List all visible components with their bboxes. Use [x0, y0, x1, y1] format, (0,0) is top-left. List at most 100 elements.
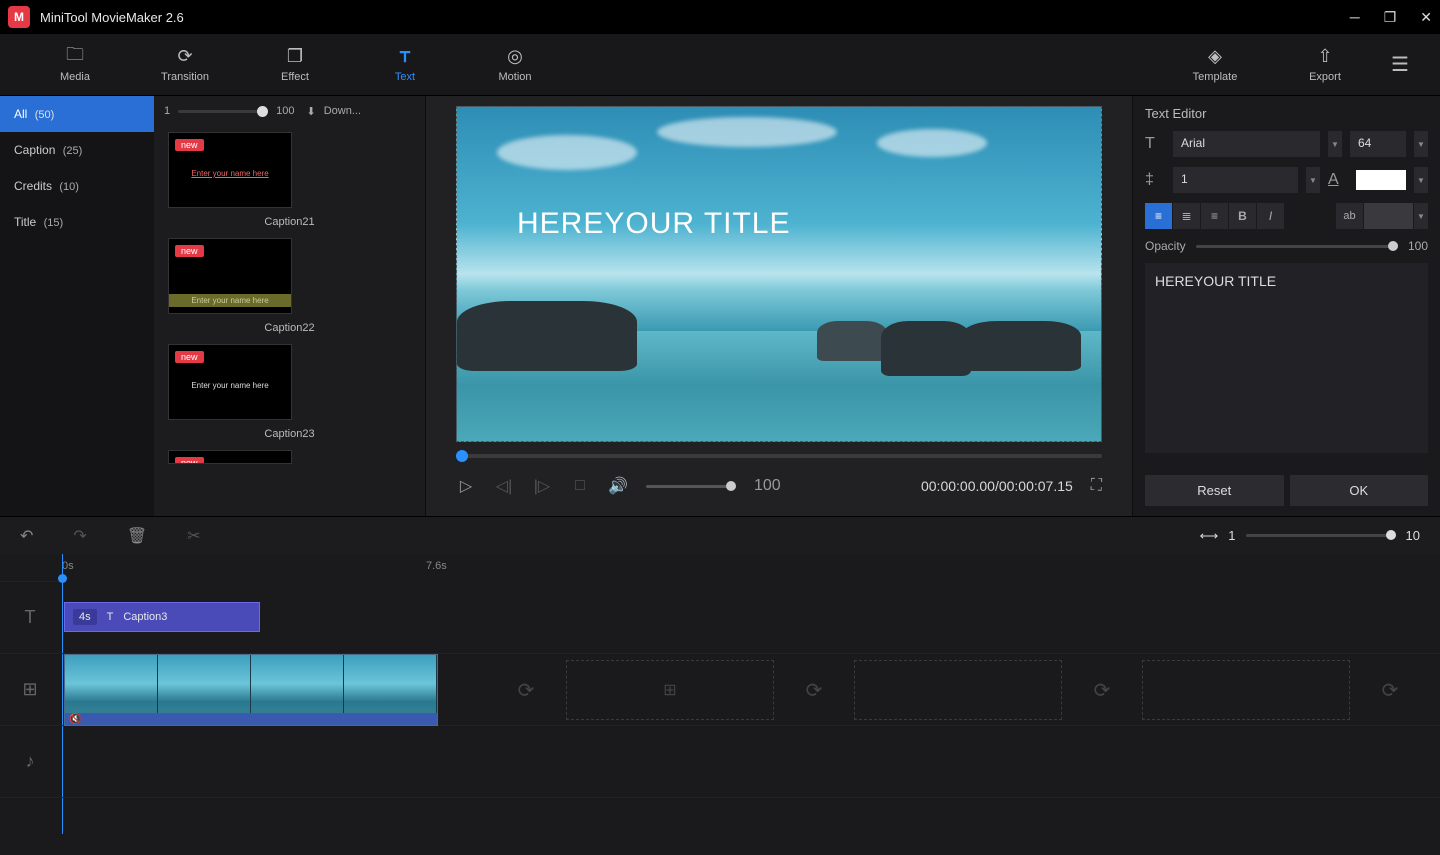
audio-track[interactable] [60, 726, 1440, 798]
text-editor-panel: Text Editor T Arial ▼ 64 ▼ ‡ 1 ▼ A ▼ ≡ ≣… [1132, 96, 1440, 516]
nav-export-label: Export [1309, 71, 1341, 83]
undo-button[interactable]: ↶ [20, 526, 33, 546]
nav-motion-label: Motion [498, 71, 531, 83]
library-item-caption22[interactable]: new Enter your name here Caption22 [168, 238, 411, 334]
line-dropdown-icon[interactable]: ▼ [1306, 167, 1320, 193]
preview-canvas[interactable]: HEREYOUR TITLE [456, 106, 1102, 442]
italic-button[interactable]: I [1257, 203, 1285, 229]
clip-duration: 4s [73, 609, 97, 625]
align-left-button[interactable]: ≡ [1145, 203, 1173, 229]
split-button[interactable]: ✂ [187, 526, 200, 546]
category-credits-label: Credits [14, 179, 52, 193]
video-drop-zone[interactable] [1142, 660, 1350, 720]
transition-slot[interactable]: ⟳ [1360, 660, 1420, 720]
highlight-dropdown-icon[interactable]: ▼ [1414, 203, 1428, 229]
nav-transition[interactable]: ⟳ Transition [130, 47, 240, 83]
library-item-partial[interactable]: new [168, 450, 411, 464]
category-title-count: (15) [44, 217, 64, 229]
timeline-zoom-slider[interactable] [1246, 534, 1396, 537]
video-drop-zone[interactable]: ⊞ [566, 660, 774, 720]
video-track-icon: ⊞ [0, 654, 60, 726]
volume-slider[interactable] [646, 485, 736, 488]
fit-timeline-icon[interactable]: ⟷ [1200, 528, 1219, 544]
play-button[interactable]: ▷ [456, 476, 476, 496]
category-all[interactable]: All (50) [0, 96, 154, 132]
transition-slot[interactable]: ⟳ [1072, 660, 1132, 720]
library-item-caption23[interactable]: new Enter your name here Caption23 [168, 344, 411, 440]
category-caption-count: (25) [63, 145, 83, 157]
highlight-button[interactable]: ab [1336, 203, 1364, 229]
scrub-bar[interactable] [456, 454, 1102, 458]
category-title[interactable]: Title (15) [0, 204, 154, 240]
clip-mute-icon[interactable]: 🔇 [69, 714, 81, 725]
minimize-button[interactable]: ─ [1350, 9, 1360, 26]
nav-export[interactable]: ⇧ Export [1270, 47, 1380, 83]
bold-button[interactable]: B [1229, 203, 1257, 229]
main-area: All (50) Caption (25) Credits (10) Title… [0, 96, 1440, 516]
font-family-select[interactable]: Arial [1173, 131, 1320, 157]
nav-motion[interactable]: ◎ Motion [460, 47, 570, 83]
volume-icon[interactable]: 🔊 [608, 476, 628, 496]
video-drop-zone[interactable] [854, 660, 1062, 720]
category-credits[interactable]: Credits (10) [0, 168, 154, 204]
ok-button[interactable]: OK [1290, 475, 1429, 506]
fullscreen-button[interactable]: ⛶ [1091, 477, 1102, 495]
text-content-input[interactable] [1145, 263, 1428, 453]
transition-slot[interactable]: ⟳ [784, 660, 844, 720]
category-title-label: Title [14, 215, 36, 229]
text-track[interactable]: 4s T Caption3 [60, 582, 1440, 654]
main-toolbar: 🗀 Media ⟳ Transition ❐ Effect Text ◎ Mot… [0, 34, 1440, 96]
nav-media[interactable]: 🗀 Media [20, 47, 130, 83]
line-height-select[interactable]: 1 [1173, 167, 1298, 193]
library-toolbar: 1 100 ⬇ Down... [154, 96, 425, 126]
font-color-swatch[interactable] [1356, 170, 1406, 190]
effect-icon: ❐ [287, 47, 303, 67]
text-track-icon: T [0, 582, 60, 654]
nav-text[interactable]: Text [350, 47, 460, 83]
transition-slot[interactable]: ⟳ [496, 660, 556, 720]
font-size-input[interactable]: 64 [1350, 131, 1406, 157]
video-clip[interactable]: 🔇 [64, 654, 438, 726]
nav-media-label: Media [60, 71, 90, 83]
opacity-slider[interactable] [1196, 245, 1398, 248]
maximize-button[interactable]: ❐ [1384, 9, 1397, 26]
next-frame-button[interactable]: |▷ [532, 476, 552, 496]
color-dropdown-icon[interactable]: ▼ [1414, 167, 1428, 193]
opacity-value: 100 [1408, 239, 1428, 253]
library-items[interactable]: new Enter your name here Caption21 new E… [154, 126, 425, 516]
stop-button[interactable]: □ [570, 477, 590, 495]
library-item-caption21[interactable]: new Enter your name here Caption21 [168, 132, 411, 228]
timeline-ruler[interactable]: 0s 7.6s [60, 554, 1440, 582]
align-center-button[interactable]: ≣ [1173, 203, 1201, 229]
clip-text-icon: T [107, 611, 114, 623]
text-clip[interactable]: 4s T Caption3 [64, 602, 260, 632]
menu-button[interactable]: ☰ [1380, 52, 1420, 77]
thumb-label: Caption21 [168, 216, 411, 228]
video-track[interactable]: 🔇 ⟳ ⊞ ⟳ ⟳ ⟳ [60, 654, 1440, 726]
reset-button[interactable]: Reset [1145, 475, 1284, 506]
delete-button[interactable]: 🗑 [127, 526, 147, 546]
new-badge: new [175, 245, 204, 257]
nav-transition-label: Transition [161, 71, 209, 83]
template-icon: ◈ [1208, 47, 1222, 67]
audio-track-icon: ♪ [0, 726, 60, 798]
timeline-zoom-max: 10 [1406, 528, 1420, 543]
align-right-button[interactable]: ≡ [1201, 203, 1229, 229]
folder-icon: 🗀 [66, 47, 84, 67]
highlight-color-swatch[interactable] [1364, 203, 1414, 229]
category-caption[interactable]: Caption (25) [0, 132, 154, 168]
close-button[interactable]: ✕ [1420, 9, 1432, 26]
prev-frame-button[interactable]: ◁| [494, 476, 514, 496]
font-icon: T [1145, 135, 1165, 153]
redo-button[interactable]: ↷ [73, 526, 86, 546]
nav-effect[interactable]: ❐ Effect [240, 47, 350, 83]
preview-title-text[interactable]: HEREYOUR TITLE [517, 207, 791, 241]
font-dropdown-icon[interactable]: ▼ [1328, 131, 1342, 157]
drop-icon: ⊞ [663, 680, 676, 700]
nav-template-label: Template [1193, 71, 1238, 83]
thumbnail-zoom-slider[interactable] [178, 110, 268, 113]
category-sidebar: All (50) Caption (25) Credits (10) Title… [0, 96, 154, 516]
nav-template[interactable]: ◈ Template [1160, 47, 1270, 83]
size-dropdown-icon[interactable]: ▼ [1414, 131, 1428, 157]
ruler-label [0, 554, 60, 582]
